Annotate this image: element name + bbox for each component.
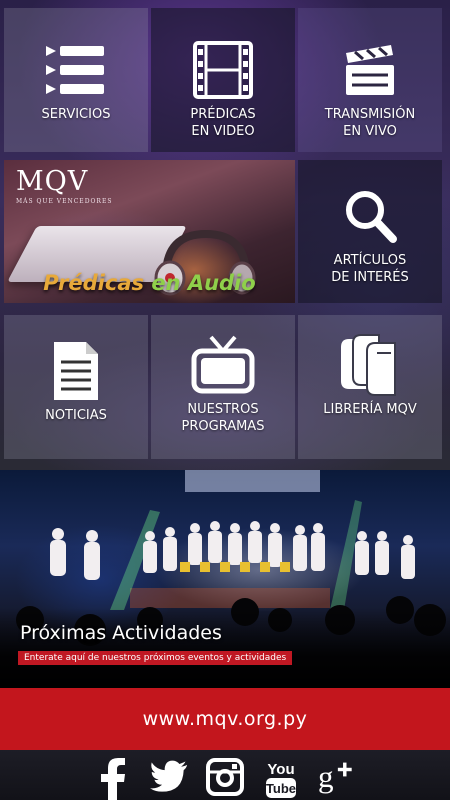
youtube-icon[interactable]: You Tube bbox=[262, 758, 300, 800]
list-icon bbox=[44, 42, 108, 98]
programas-label: NUESTROS PROGRAMAS bbox=[181, 402, 265, 434]
libreria-label: LIBRERÍA MQV bbox=[323, 402, 417, 417]
events-subtitle: Enterate aquí de nuestros próximos event… bbox=[18, 651, 293, 665]
articulos-button[interactable]: ARTÍCULOS DE INTERÉS bbox=[298, 160, 442, 303]
social-bar: You Tube g bbox=[0, 750, 450, 800]
magnifier-icon bbox=[342, 188, 398, 244]
instagram-icon[interactable] bbox=[206, 758, 244, 800]
svg-text:You: You bbox=[267, 761, 294, 778]
books-icon bbox=[337, 334, 403, 396]
website-link[interactable]: www.mqv.org.py bbox=[0, 688, 450, 750]
clapperboard-icon bbox=[343, 42, 397, 98]
document-icon bbox=[52, 342, 100, 400]
facebook-icon[interactable] bbox=[94, 758, 132, 800]
predicas-video-button[interactable]: PRÉDICAS EN VIDEO bbox=[151, 8, 295, 152]
svg-text:g: g bbox=[318, 759, 334, 794]
predicas-video-label: PRÉDICAS EN VIDEO bbox=[190, 107, 256, 139]
noticias-label: NOTICIAS bbox=[45, 408, 107, 423]
noticias-button[interactable]: NOTICIAS bbox=[4, 315, 148, 459]
predicas-audio-banner[interactable]: MQV MÁS QUE VENCEDORES Prédicas en Audio bbox=[4, 160, 295, 303]
google-plus-icon[interactable]: g bbox=[318, 758, 356, 800]
programas-button[interactable]: NUESTROS PROGRAMAS bbox=[151, 315, 295, 459]
libreria-button[interactable]: LIBRERÍA MQV bbox=[298, 315, 442, 459]
servicios-button[interactable]: SERVICIOS bbox=[4, 8, 148, 152]
mqv-logo: MQV bbox=[16, 166, 89, 197]
svg-text:Tube: Tube bbox=[266, 781, 296, 796]
articulos-label: ARTÍCULOS DE INTERÉS bbox=[331, 253, 409, 285]
predicas-audio-title: Prédicas en Audio bbox=[43, 271, 256, 295]
proximas-actividades-banner[interactable]: Próximas Actividades Enterate aquí de nu… bbox=[0, 470, 450, 688]
website-url: www.mqv.org.py bbox=[142, 708, 308, 730]
servicios-label: SERVICIOS bbox=[41, 107, 111, 122]
events-title: Próximas Actividades bbox=[20, 622, 222, 644]
film-strip-icon bbox=[193, 41, 253, 99]
transmision-label: TRANSMISIÓN EN VIVO bbox=[324, 107, 416, 139]
twitter-icon[interactable] bbox=[150, 758, 188, 800]
mqv-tagline: MÁS QUE VENCEDORES bbox=[16, 198, 113, 205]
tv-icon bbox=[191, 335, 255, 394]
transmision-button[interactable]: TRANSMISIÓN EN VIVO bbox=[298, 8, 442, 152]
